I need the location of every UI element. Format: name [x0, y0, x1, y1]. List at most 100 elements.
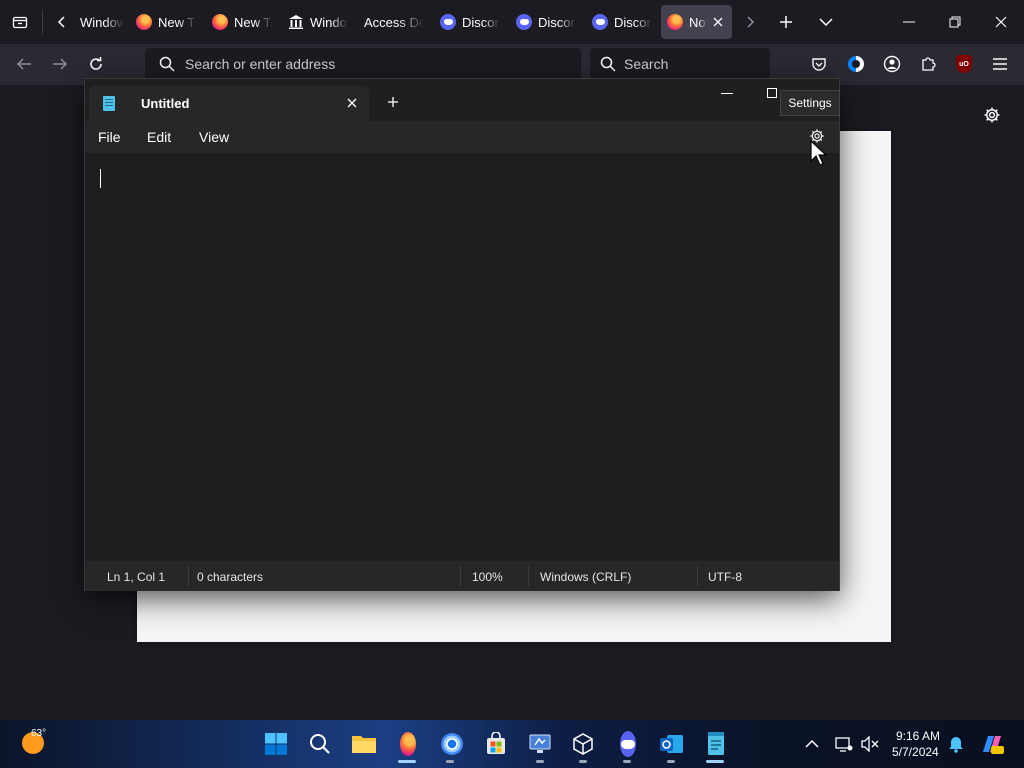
- discord-icon: [440, 14, 456, 30]
- notepad-minimize-button[interactable]: [721, 93, 733, 94]
- restore-browser-button[interactable]: [937, 4, 973, 40]
- notepad-app-icon: [103, 96, 115, 111]
- close-tab-icon[interactable]: [345, 96, 359, 110]
- browser-tab[interactable]: New Tab: [130, 5, 202, 39]
- tab-label: Access Denied: [364, 14, 424, 30]
- outlook-taskbar-button[interactable]: [658, 730, 686, 758]
- bell-icon: [949, 737, 963, 753]
- browser-tab[interactable]: Access Denied: [358, 5, 430, 39]
- store-taskbar-button[interactable]: [482, 730, 510, 758]
- running-indicator: [446, 760, 454, 763]
- discord-icon: [516, 14, 532, 30]
- tab-label: Windows: [80, 14, 124, 30]
- notepad-menu-bar: File Edit View: [85, 121, 839, 153]
- tab-label: Discord: [614, 14, 652, 30]
- menu-edit[interactable]: Edit: [147, 129, 171, 145]
- cursor-position: Ln 1, Col 1: [107, 570, 166, 584]
- taskbar-search-button[interactable]: [306, 730, 334, 758]
- running-indicator: [706, 760, 724, 763]
- new-tab-plus-icon[interactable]: [387, 96, 399, 108]
- search-icon: [310, 734, 330, 754]
- running-indicator: [667, 760, 675, 763]
- pocket-button[interactable]: [803, 48, 835, 80]
- zoom-level[interactable]: 100%: [472, 570, 503, 584]
- taskbar-clock-date[interactable]: 5/7/2024: [892, 745, 939, 759]
- menu-view[interactable]: View: [199, 129, 229, 145]
- notepad-maximize-button[interactable]: [767, 88, 777, 98]
- notepad-title-bar: Untitled: [85, 79, 839, 121]
- notepad-window: Untitled File Edit View Ln 1, Col 1 0 ch…: [84, 78, 840, 591]
- ublock-origin-icon: uO: [956, 55, 972, 73]
- chevron-left-icon: [57, 16, 65, 28]
- plus-icon: [780, 16, 792, 28]
- discord-taskbar-button[interactable]: [614, 730, 642, 758]
- character-count: 0 characters: [197, 570, 264, 584]
- virtualbox-taskbar-button[interactable]: [569, 730, 597, 758]
- text-caret: [100, 169, 101, 188]
- firefox-icon: [400, 732, 416, 756]
- reload-button[interactable]: [80, 48, 112, 80]
- browser-tab[interactable]: Windows: [74, 5, 130, 39]
- extension-button[interactable]: [840, 48, 872, 80]
- browser-tab[interactable]: Discord: [510, 5, 582, 39]
- microsoft-store-icon: [487, 732, 505, 754]
- browser-tab[interactable]: Discord: [586, 5, 658, 39]
- line-ending[interactable]: Windows (CRLF): [540, 570, 631, 584]
- notepad-document-tab[interactable]: Untitled: [89, 86, 369, 121]
- running-indicator: [623, 760, 631, 763]
- show-hidden-icons-button[interactable]: [798, 730, 826, 758]
- start-button[interactable]: [262, 730, 290, 758]
- arrow-right-icon: [53, 58, 68, 70]
- close-browser-button[interactable]: [983, 4, 1019, 40]
- close-tab-icon[interactable]: [713, 17, 723, 27]
- minimize-browser-button[interactable]: [891, 4, 927, 40]
- windows-logo-icon: [265, 733, 287, 755]
- new-tab-button[interactable]: [768, 4, 804, 40]
- firefox-taskbar-button[interactable]: [394, 730, 422, 758]
- menu-file[interactable]: File: [98, 129, 121, 145]
- tab-label: Notepad: [689, 14, 707, 30]
- volume-muted-icon: [861, 736, 879, 752]
- status-divider: [188, 566, 189, 586]
- scroll-tabs-right-button[interactable]: [732, 4, 768, 40]
- firefox-view-icon: [12, 16, 28, 29]
- ublock-origin-button[interactable]: uO: [948, 48, 980, 80]
- running-indicator: [579, 760, 587, 763]
- app-menu-button[interactable]: [984, 48, 1016, 80]
- back-button[interactable]: [8, 48, 40, 80]
- puzzle-icon: [922, 57, 936, 71]
- extensions-button[interactable]: [912, 48, 944, 80]
- status-divider: [528, 566, 529, 586]
- close-icon: [995, 16, 1007, 28]
- firefox-view-button[interactable]: [2, 4, 38, 40]
- search-bar[interactable]: Search: [590, 48, 770, 80]
- network-status-button[interactable]: [830, 730, 858, 758]
- browser-tab[interactable]: Discord: [434, 5, 506, 39]
- notepad-text-area[interactable]: [85, 153, 839, 561]
- firefox-icon: [136, 14, 152, 30]
- browser-tab[interactable]: Windows: [282, 5, 354, 39]
- volume-button[interactable]: [856, 730, 884, 758]
- chrome-taskbar-button[interactable]: [438, 730, 466, 758]
- browser-tab-active[interactable]: Notepad: [661, 5, 732, 39]
- list-all-tabs-button[interactable]: [808, 4, 844, 40]
- notepad-icon: [708, 732, 724, 755]
- account-icon: [883, 55, 901, 73]
- mouse-pointer-icon: [810, 140, 828, 166]
- page-settings-gear-icon[interactable]: [983, 106, 1001, 124]
- notepad-taskbar-button[interactable]: [702, 730, 730, 758]
- browser-tab[interactable]: New Tab: [206, 5, 278, 39]
- museum-icon: [289, 15, 303, 29]
- remote-desktop-taskbar-button[interactable]: [526, 730, 554, 758]
- account-button[interactable]: [876, 48, 908, 80]
- settings-tooltip: Settings: [780, 90, 840, 116]
- forward-button[interactable]: [44, 48, 76, 80]
- notifications-button[interactable]: [942, 730, 970, 758]
- running-indicator: [398, 760, 416, 763]
- copilot-button[interactable]: [978, 730, 1006, 758]
- taskbar-clock-time[interactable]: 9:16 AM: [896, 729, 940, 743]
- tab-label: New Tab: [234, 14, 272, 30]
- file-explorer-button[interactable]: [350, 730, 378, 758]
- url-bar[interactable]: Search or enter address: [145, 48, 581, 80]
- encoding[interactable]: UTF-8: [708, 570, 742, 584]
